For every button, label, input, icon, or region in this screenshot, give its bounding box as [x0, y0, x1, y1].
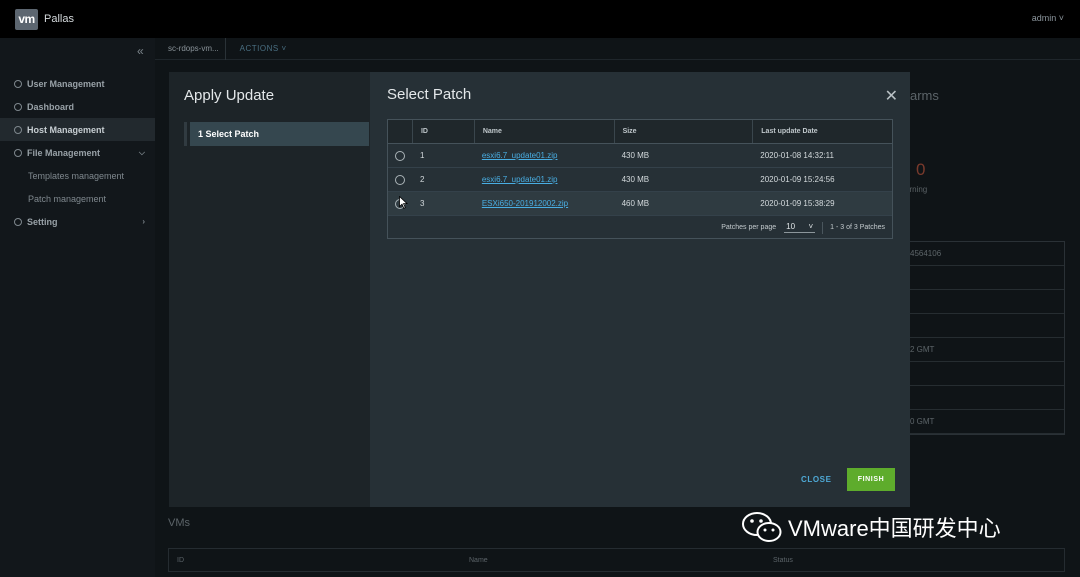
vms-title: VMs [168, 517, 190, 529]
wizard-step-select-patch[interactable]: 1 Select Patch [184, 122, 369, 146]
wizard-content: Select Patch ✕ ID Name Size Last update … [370, 72, 910, 507]
patch-link[interactable]: esxi6.7_update01.zip [482, 175, 558, 184]
close-icon[interactable]: ✕ [885, 86, 898, 106]
table-row[interactable]: 3 ESXi650-201912002.zip 460 MB 2020-01-0… [388, 192, 892, 216]
patch-link[interactable]: ESXi650-201912002.zip [482, 199, 568, 208]
patch-link[interactable]: esxi6.7_update01.zip [482, 151, 558, 160]
modal-title: Select Patch [387, 86, 472, 103]
finish-button[interactable]: FINISH [847, 468, 895, 491]
cell-name: ESXi650-201912002.zip [474, 192, 614, 215]
table-row: 4564106 [904, 242, 1064, 266]
vms-table-header: ID Name Status [168, 548, 1065, 572]
mouse-cursor-icon [399, 196, 408, 209]
cell-size: 430 MB [621, 175, 650, 184]
watermark-text: VMware中国研发中心 [788, 516, 1001, 541]
row-radio[interactable] [394, 174, 405, 185]
cell-id: 1 [419, 151, 425, 160]
per-page-value: 10 [786, 222, 796, 231]
sidebar-item-label: Patch management [28, 193, 107, 204]
patch-datagrid: ID Name Size Last update Date 1 esxi6.7_… [387, 119, 893, 239]
sidebar-item-patch-management[interactable]: Patch management [0, 187, 155, 210]
sidebar-item-label: Dashboard [27, 101, 75, 112]
alarms-title: arms [910, 88, 939, 103]
cell-name: esxi6.7_update01.zip [474, 144, 614, 167]
cell-size: 460 MB [621, 199, 650, 208]
apply-update-modal: Apply Update 1 Select Patch Select Patch… [169, 72, 910, 507]
host-icon [14, 125, 22, 134]
sidebar: « User Management Dashboard Host Managem… [0, 38, 155, 577]
column-header-size[interactable]: Size [613, 120, 753, 143]
row-radio[interactable] [394, 150, 405, 161]
column-header[interactable]: ID [169, 557, 462, 564]
table-row[interactable]: 2 esxi6.7_update01.zip 430 MB 2020-01-09… [388, 168, 892, 192]
column-header-id[interactable]: ID [411, 120, 474, 143]
datagrid-footer: Patches per page 10 ˅ 1 - 3 of 3 Patches [388, 216, 892, 239]
gear-icon [14, 217, 22, 226]
wizard-sidebar: Apply Update 1 Select Patch [169, 72, 370, 507]
wechat-icon [742, 512, 782, 542]
app-name: Pallas [44, 13, 74, 25]
sidebar-item-user-management[interactable]: User Management [0, 72, 155, 95]
column-header[interactable]: Name [462, 557, 767, 564]
sidebar-item-label: Templates management [28, 170, 125, 181]
sidebar-item-file-management[interactable]: File Management ⌵ [0, 141, 155, 164]
vmware-logo[interactable]: vm [15, 8, 38, 30]
tab-host[interactable]: sc-rdops-vm... [168, 37, 226, 60]
sidebar-item-host-management[interactable]: Host Management [0, 118, 155, 141]
close-button[interactable]: CLOSE [801, 475, 832, 484]
dashboard-icon [14, 102, 22, 111]
select-cell [388, 168, 412, 191]
chevron-down-icon: ˅ [808, 222, 814, 231]
host-info-table: 4564106 2 GMT 0 GMT [903, 241, 1065, 435]
warning-count: 0 [916, 160, 926, 179]
table-row [904, 266, 1064, 290]
sidebar-item-label: Host Management [27, 124, 105, 135]
datagrid-header: ID Name Size Last update Date [388, 120, 892, 144]
select-cell [388, 144, 412, 167]
table-row [904, 290, 1064, 314]
collapse-sidebar-icon[interactable]: « [137, 44, 144, 58]
actions-menu[interactable]: ACTIONS ˅ [240, 44, 287, 53]
table-row: 0 GMT [904, 410, 1064, 434]
table-row[interactable]: 1 esxi6.7_update01.zip 430 MB 2020-01-08… [388, 144, 892, 168]
cell-size: 430 MB [621, 151, 650, 160]
table-row [904, 314, 1064, 338]
wizard-title: Apply Update [184, 87, 275, 104]
sidebar-item-label: Setting [27, 216, 58, 227]
sidebar-item-label: File Management [27, 147, 101, 158]
table-row [904, 386, 1064, 410]
user-menu[interactable]: admin ˅ [1032, 13, 1064, 23]
column-header-name[interactable]: Name [473, 120, 614, 143]
cell-date: 2020-01-08 14:32:11 [760, 151, 834, 160]
per-page-label: Patches per page [721, 224, 777, 231]
chevron-right-icon: › [142, 217, 145, 226]
cell-date: 2020-01-09 15:38:29 [760, 199, 835, 208]
object-tabs: sc-rdops-vm... ACTIONS ˅ [155, 37, 1080, 60]
pagination-range: 1 - 3 of 3 Patches [830, 224, 885, 231]
sidebar-item-dashboard[interactable]: Dashboard [0, 95, 155, 118]
sidebar-item-setting[interactable]: Setting › [0, 210, 155, 233]
chevron-down-icon: ⌵ [138, 147, 145, 157]
select-column-header [388, 120, 412, 143]
cell-id: 2 [419, 175, 425, 184]
cell-id: 3 [419, 199, 425, 208]
file-icon [14, 148, 22, 157]
cell-date: 2020-01-09 15:24:56 [760, 175, 835, 184]
divider [822, 221, 824, 234]
sidebar-nav: User Management Dashboard Host Managemen… [0, 72, 155, 233]
header-bar: vm Pallas admin ˅ [0, 0, 1080, 38]
table-row [904, 362, 1064, 386]
sidebar-item-templates-management[interactable]: Templates management [0, 164, 155, 187]
column-header[interactable]: Status [767, 557, 793, 564]
cell-name: esxi6.7_update01.zip [474, 168, 614, 191]
table-row: 2 GMT [904, 338, 1064, 362]
user-icon [14, 79, 22, 88]
wizard-step-label: 1 Select Patch [190, 122, 369, 146]
sidebar-item-label: User Management [27, 78, 105, 89]
column-header-date[interactable]: Last update Date [752, 120, 892, 143]
per-page-select[interactable]: 10 ˅ [784, 222, 816, 233]
watermark: VMware中国研发中心 [741, 511, 1001, 543]
